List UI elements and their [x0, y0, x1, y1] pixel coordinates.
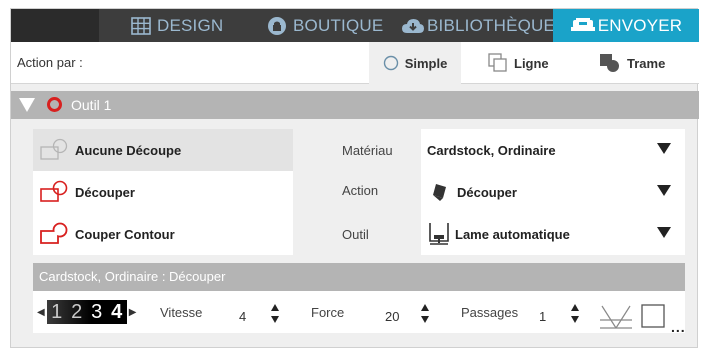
mode-trame[interactable]: Trame: [599, 42, 665, 84]
arrow-left-icon[interactable]: ◀: [37, 307, 45, 318]
nav-left-spacer: [11, 9, 99, 42]
tool-header[interactable]: Outil 1: [11, 91, 699, 119]
blade-depth-icon[interactable]: [599, 304, 633, 335]
line-icon: [488, 53, 508, 73]
cut-contour-icon: [37, 222, 73, 246]
speed-label: Vitesse: [160, 305, 203, 320]
preset-2[interactable]: 2: [71, 301, 82, 324]
material-dropdown[interactable]: Cardstock, Ordinaire: [421, 129, 685, 171]
mode-ligne-label: Ligne: [514, 55, 549, 71]
settings-row: ◀ 1 2 3 4 ▶ Vitesse 4 Force 20 Passages …: [33, 291, 686, 335]
tab-envoyer[interactable]: ENVOYER: [553, 9, 699, 42]
force-value[interactable]: 20: [385, 309, 399, 324]
cloud-icon: [401, 17, 425, 35]
mat-square-icon[interactable]: [641, 304, 667, 333]
passes-value[interactable]: 1: [539, 309, 546, 324]
cut-option-contour-label: Couper Contour: [75, 226, 175, 242]
tab-boutique[interactable]: BOUTIQUE: [267, 9, 383, 42]
preset-1[interactable]: 1: [51, 301, 62, 324]
tab-design-label: DESIGN: [157, 15, 224, 35]
preset-4[interactable]: 4: [111, 301, 122, 324]
tab-envoyer-label: ENVOYER: [597, 15, 683, 35]
tab-bibliotheque-label: BIBLIOTHÈQUE: [427, 15, 556, 35]
cut-option-cut-label: Découper: [75, 184, 135, 200]
blade-icon: [431, 182, 449, 202]
cut-option-cut[interactable]: Découper: [33, 171, 293, 213]
passes-label: Passages: [461, 305, 519, 320]
preset-3[interactable]: 3: [91, 301, 102, 324]
cutter-icon: [570, 17, 596, 35]
tool-value: Lame automatique: [455, 226, 570, 242]
settings-summary: Cardstock, Ordinaire : Découper: [39, 269, 226, 284]
mode-simple[interactable]: Simple: [369, 42, 461, 84]
force-stepper[interactable]: [421, 304, 431, 326]
dropdown-arrow-icon: [657, 185, 671, 196]
action-by-label: Action par :: [17, 55, 83, 70]
mode-simple-label: Simple: [404, 55, 448, 71]
tool-dropdown[interactable]: Lame automatique: [421, 213, 685, 255]
cut-option-none[interactable]: Aucune Découpe: [33, 129, 293, 171]
no-cut-icon: [37, 138, 73, 162]
action-value: Découper: [457, 184, 517, 200]
speed-stepper[interactable]: [271, 304, 281, 326]
material-value: Cardstock, Ordinaire: [427, 142, 556, 158]
collapse-triangle-icon[interactable]: [19, 98, 35, 112]
tool-name: Outil 1: [71, 97, 112, 113]
action-by-bar: Action par : Simple Ligne Trame: [11, 42, 699, 84]
preset-strip: 1 2 3 4: [46, 300, 127, 324]
action-label: Action: [342, 183, 379, 198]
settings-summary-bar: Cardstock, Ordinaire : Découper: [33, 263, 685, 291]
circle-icon: [383, 55, 399, 71]
top-nav: DESIGN BOUTIQUE BIBLIOTHÈQUE ENVOYER: [11, 9, 699, 42]
action-dropdown[interactable]: Découper: [421, 171, 685, 213]
send-panel: DESIGN BOUTIQUE BIBLIOTHÈQUE ENVOYER Act…: [10, 8, 699, 348]
dropdown-arrow-icon: [657, 227, 671, 238]
bag-icon: [267, 16, 287, 36]
dropdown-arrow-icon: [657, 143, 671, 154]
tab-boutique-label: BOUTIQUE: [293, 15, 384, 35]
more-options-button[interactable]: ...: [671, 319, 686, 335]
passes-stepper[interactable]: [571, 304, 581, 326]
tool-label: Outil: [342, 227, 369, 242]
material-label: Matériau: [342, 143, 393, 158]
force-label: Force: [311, 305, 345, 320]
fill-icon: [599, 53, 621, 73]
cut-options-list: Aucune Découpe Découper Couper Contour: [33, 129, 293, 255]
grid-icon: [131, 16, 151, 35]
arrow-right-icon[interactable]: ▶: [129, 307, 137, 318]
settings-dropdowns: Cardstock, Ordinaire Découper Lame autom…: [421, 129, 685, 255]
cut-option-contour[interactable]: Couper Contour: [33, 213, 293, 255]
mode-ligne[interactable]: Ligne: [488, 42, 549, 84]
speed-value[interactable]: 4: [239, 309, 246, 324]
mode-trame-label: Trame: [627, 55, 666, 71]
auto-blade-icon: [427, 221, 451, 247]
tool-color-ring-icon: [47, 97, 62, 112]
cut-icon: [37, 180, 73, 204]
tab-bibliotheque[interactable]: BIBLIOTHÈQUE: [401, 9, 555, 42]
preset-selector[interactable]: ◀ 1 2 3 4 ▶: [35, 300, 138, 324]
tab-design[interactable]: DESIGN: [131, 9, 223, 42]
cut-option-none-label: Aucune Découpe: [75, 142, 182, 158]
